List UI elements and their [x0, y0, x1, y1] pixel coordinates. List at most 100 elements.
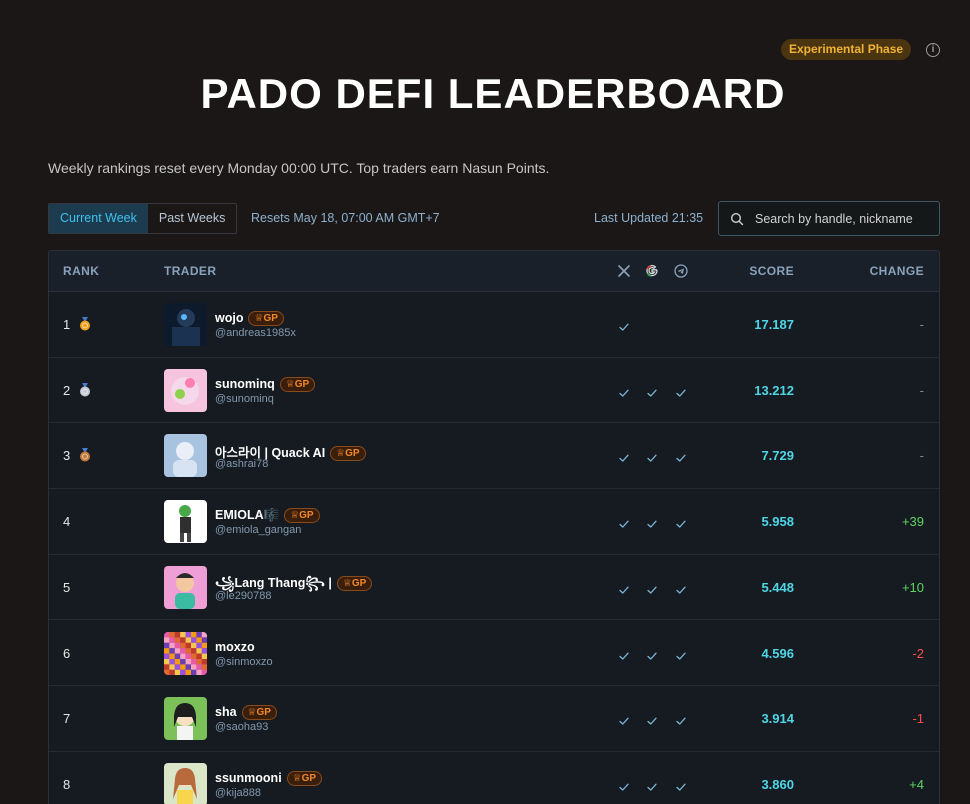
- table-row[interactable]: 2 sunominq ♕GP @sunominq 13.212 -: [49, 358, 939, 424]
- gp-label: GP: [345, 448, 360, 460]
- change-value: +4: [909, 776, 924, 792]
- trader-name[interactable]: sunominq ♕GP: [215, 376, 316, 392]
- trader-name[interactable]: wojo ♕GP: [215, 311, 284, 326]
- week-tabs: Current Week Past Weeks: [48, 203, 238, 234]
- avatar[interactable]: [164, 762, 207, 804]
- x-verified-check-icon: [618, 385, 630, 397]
- avatar[interactable]: [164, 565, 207, 609]
- avatar[interactable]: [164, 434, 207, 478]
- header-trader[interactable]: TRADER: [164, 264, 216, 278]
- score-value: 5.958: [761, 514, 794, 530]
- gp-badge: ♕GP: [336, 575, 373, 591]
- trader-handle[interactable]: @emiola_gangan: [215, 524, 301, 536]
- search-icon: [719, 202, 755, 235]
- change-value: -: [919, 448, 924, 464]
- rank-value: 6: [63, 645, 71, 661]
- trader-handle[interactable]: @saoha93: [215, 721, 268, 733]
- trader-nickname: wojo: [215, 311, 244, 325]
- gp-badge: ♕GP: [330, 446, 366, 462]
- crown-icon: ♕: [342, 577, 352, 589]
- tab-current-week[interactable]: Current Week: [49, 204, 148, 233]
- gp-badge: ♕GP: [284, 508, 320, 524]
- table-row[interactable]: 3 아스라이 | Quack AI ♕GP @ashrai78 7.729-: [49, 423, 939, 490]
- change-value: -: [919, 382, 924, 398]
- x-verified-check-icon: [618, 450, 630, 463]
- trader-name[interactable]: ssunmooni ♕GP: [215, 770, 323, 786]
- tab-past-weeks[interactable]: Past Weeks: [148, 204, 236, 233]
- gp-label: GP: [301, 772, 317, 784]
- rank-value: 3: [63, 448, 71, 464]
- avatar[interactable]: [164, 368, 207, 412]
- telegram-icon: [674, 264, 688, 278]
- table-row[interactable]: 1 wojo ♕GP @andreas1985x 17.187 -: [49, 292, 939, 358]
- table-row[interactable]: 8 ssunmooni ♕GP @kija888 3.860 +4: [49, 752, 939, 804]
- change-value: -: [919, 317, 924, 332]
- medal-icon: [78, 448, 92, 462]
- x-verified-check-icon: [618, 516, 630, 528]
- trader-handle[interactable]: @sinmoxzo: [215, 656, 273, 668]
- leaderboard-table: RANK TRADER SCORE CHANGE 1 wojo ♕GP @andrea…: [48, 250, 940, 804]
- trader-name[interactable]: EMIOLA🎼 ♕GP: [215, 508, 320, 524]
- avatar[interactable]: [164, 303, 207, 346]
- telegram-verified-check-icon: [675, 582, 687, 594]
- table-row[interactable]: 7 sha ♕GP @saoha93 3.914 -1: [49, 686, 939, 752]
- rank-value: 4: [63, 514, 71, 530]
- score-value: 17.187: [754, 317, 794, 332]
- crown-icon: ♕: [290, 510, 300, 522]
- avatar[interactable]: [164, 697, 207, 741]
- trader-handle[interactable]: @kija888: [215, 787, 261, 799]
- trader-handle[interactable]: @le290788: [215, 590, 271, 602]
- x-icon: [617, 264, 631, 278]
- trader-name[interactable]: moxzo: [215, 640, 255, 654]
- reset-time-text: Resets May 18, 07:00 AM GMT+7: [251, 211, 440, 225]
- header-score[interactable]: SCORE: [749, 264, 794, 278]
- crown-icon: ♕: [336, 448, 346, 460]
- change-value: -1: [912, 711, 924, 727]
- gp-label: GP: [299, 510, 314, 522]
- gp-label: GP: [294, 378, 310, 390]
- leaderboard-page: Experimental Phase i PADO DEFI LEADERBOA…: [0, 0, 970, 804]
- gp-label: GP: [256, 707, 271, 719]
- trader-nickname: EMIOLA🎼: [215, 508, 280, 523]
- avatar[interactable]: [164, 631, 207, 675]
- score-value: 5.448: [761, 579, 794, 595]
- gp-badge: ♕GP: [286, 770, 323, 786]
- telegram-verified-check-icon: [675, 385, 687, 397]
- trader-handle[interactable]: @sunominq: [215, 393, 274, 405]
- google-verified-check-icon: [646, 516, 658, 528]
- gp-label: GP: [263, 313, 278, 324]
- header-rank[interactable]: RANK: [63, 264, 99, 278]
- page-subtitle: Weekly rankings reset every Monday 00:00…: [48, 160, 550, 176]
- table-row[interactable]: 4 EMIOLA🎼 ♕GP @emiola_gangan 5.958 +39: [49, 489, 939, 555]
- avatar[interactable]: [164, 500, 207, 544]
- telegram-verified-check-icon: [675, 779, 687, 791]
- google-verified-check-icon: [646, 450, 658, 463]
- trader-handle[interactable]: @andreas1985x: [215, 327, 296, 339]
- trader-nickname: sunominq: [215, 376, 275, 391]
- last-updated-text: Last Updated 21:35: [594, 211, 704, 225]
- telegram-verified-check-icon: [675, 713, 687, 725]
- search-input[interactable]: [755, 211, 939, 226]
- google-verified-check-icon: [646, 582, 658, 594]
- table-header: RANK TRADER SCORE CHANGE: [49, 251, 939, 292]
- table-row[interactable]: 5 ꧁Lang Thang꧂ | ♕GP @le290788 5.448 +10: [49, 555, 939, 621]
- trader-nickname: ꧁Lang Thang꧂ |: [215, 575, 332, 590]
- change-value: +39: [901, 514, 924, 530]
- x-verified-check-icon: [618, 582, 630, 594]
- change-value: -2: [912, 645, 924, 661]
- info-icon[interactable]: i: [926, 43, 940, 57]
- crown-icon: ♕: [285, 378, 295, 390]
- header-change[interactable]: CHANGE: [870, 264, 924, 278]
- telegram-verified-check-icon: [675, 648, 687, 660]
- rank-value: 5: [63, 579, 71, 595]
- score-value: 3.860: [761, 776, 794, 792]
- rank-value: 2: [63, 382, 71, 398]
- telegram-verified-check-icon: [675, 450, 687, 463]
- rank-value: 7: [63, 711, 71, 727]
- telegram-verified-check-icon: [675, 516, 687, 528]
- score-value: 3.914: [761, 711, 794, 727]
- table-row[interactable]: 6 moxzo @sinmoxzo 4.596 -2: [49, 621, 939, 687]
- trader-name[interactable]: sha ♕GP: [215, 705, 277, 721]
- trader-handle[interactable]: @ashrai78: [215, 458, 268, 470]
- change-value: +10: [901, 579, 924, 595]
